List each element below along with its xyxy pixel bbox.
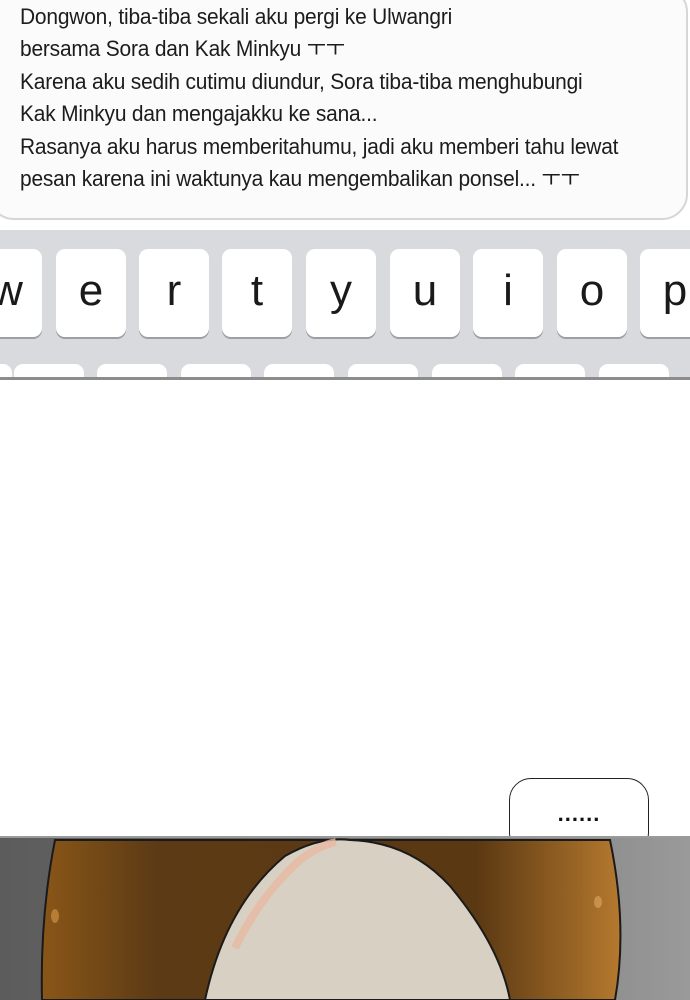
key-t[interactable]: t (222, 249, 292, 337)
key-label: u (412, 266, 438, 315)
key-label: t (250, 266, 264, 315)
key-row2[interactable] (515, 364, 585, 377)
phone-keyboard: w e r t y u i o p (0, 230, 690, 380)
key-w[interactable]: w (0, 249, 42, 337)
key-label: y (330, 266, 352, 315)
key-row2[interactable] (432, 364, 502, 377)
key-label: e (78, 266, 104, 315)
key-row2[interactable] (14, 364, 84, 377)
key-row2[interactable] (0, 364, 12, 377)
key-i[interactable]: i (473, 249, 543, 337)
key-row2[interactable] (599, 364, 669, 377)
key-row2[interactable] (264, 364, 334, 377)
message-line-6: pesan karena ini waktunya kau mengembali… (20, 166, 580, 192)
message-line-4: Kak Minkyu dan mengajakku ke sana... (20, 101, 378, 127)
speech-bubble-text: ...... (557, 800, 601, 826)
message-line-3: Karena aku sedih cutimu diundur, Sora ti… (20, 68, 583, 94)
message-text: Dongwon, tiba-tiba sekali aku pergi ke U… (20, 1, 634, 195)
key-row2[interactable] (181, 364, 251, 377)
message-panel: Dongwon, tiba-tiba sekali aku pergi ke U… (0, 0, 690, 232)
message-line-1: Dongwon, tiba-tiba sekali aku pergi ke U… (20, 4, 453, 29)
key-r[interactable]: r (139, 249, 209, 337)
key-p[interactable]: p (640, 249, 690, 337)
message-line-5: Rasanya aku harus memberitahumu, jadi ak… (20, 133, 619, 159)
key-label: p (662, 266, 688, 315)
key-label: w (0, 266, 23, 316)
key-label: o (579, 266, 605, 315)
key-y[interactable]: y (306, 249, 376, 337)
key-label: r (166, 266, 182, 315)
key-label: i (503, 266, 513, 315)
key-u[interactable]: u (390, 249, 460, 337)
key-row2[interactable] (348, 364, 418, 377)
key-o[interactable]: o (557, 249, 627, 337)
key-row2[interactable] (97, 364, 167, 377)
key-e[interactable]: e (56, 249, 126, 337)
character-illustration (0, 836, 690, 1000)
message-line-2: bersama Sora dan Kak Minkyu ㅜㅜ (20, 36, 345, 62)
